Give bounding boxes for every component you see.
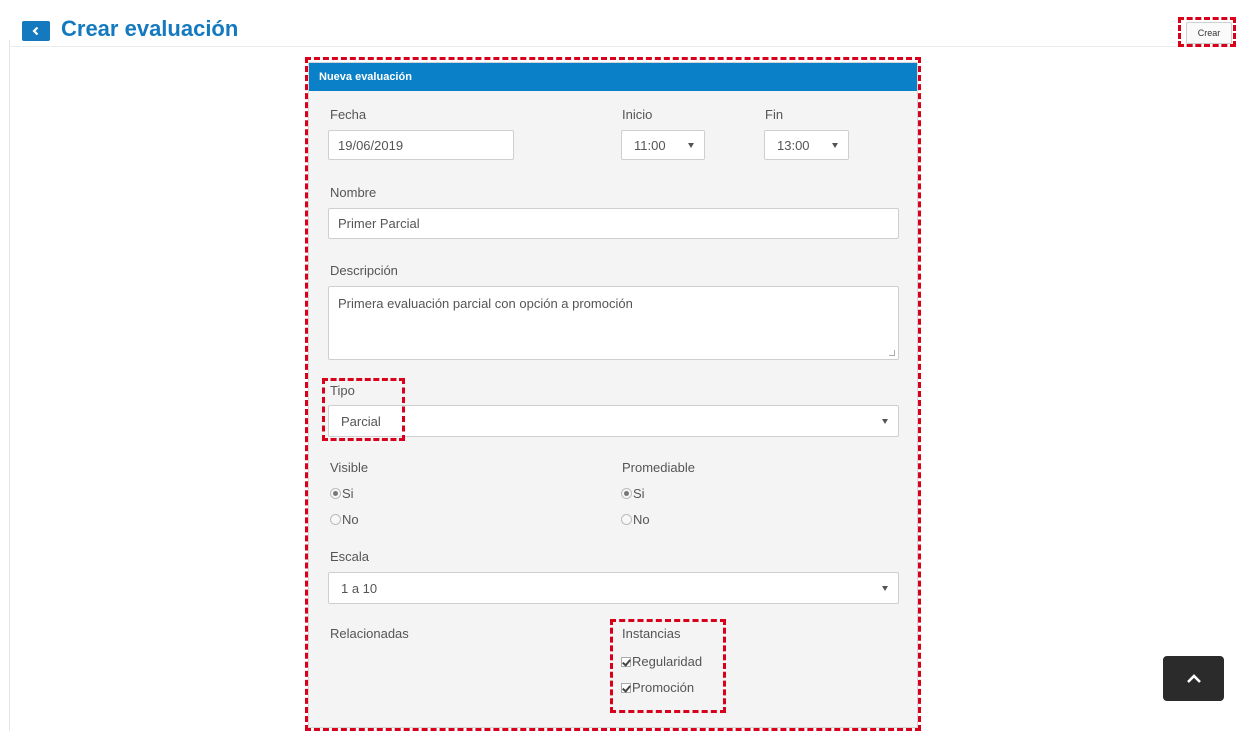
scroll-to-top-button[interactable]	[1163, 656, 1224, 701]
visible-si-label: Si	[342, 486, 354, 501]
regularidad-label: Regularidad	[632, 654, 703, 669]
radio-checked-icon	[330, 488, 341, 499]
nombre-input[interactable]: Primer Parcial	[328, 208, 899, 239]
promediable-si-label: Si	[633, 486, 645, 501]
promediable-label: Promediable	[622, 460, 695, 475]
back-button[interactable]	[22, 21, 50, 41]
chevron-up-icon	[1186, 673, 1201, 683]
chevron-left-icon	[32, 26, 39, 36]
fecha-input[interactable]: 19/06/2019	[328, 130, 514, 160]
checkbox-checked-icon	[621, 656, 631, 667]
descripcion-value: Primera evaluación parcial con opción a …	[338, 296, 633, 311]
checkbox-checked-icon	[621, 682, 631, 693]
radio-unchecked-icon	[330, 514, 341, 525]
caret-down-icon	[688, 142, 694, 148]
nombre-label: Nombre	[330, 185, 377, 200]
inicio-value: 11:00	[634, 137, 666, 153]
tipo-select[interactable]: Parcial	[328, 405, 899, 437]
tipo-value: Parcial	[341, 413, 381, 429]
resize-grip-icon[interactable]	[889, 350, 895, 356]
escala-select[interactable]: 1 a 10	[328, 572, 899, 604]
promediable-no-radio[interactable]: No	[621, 512, 650, 527]
fin-label: Fin	[765, 107, 784, 122]
left-border	[9, 40, 10, 731]
descripcion-textarea[interactable]: Primera evaluación parcial con opción a …	[328, 286, 899, 360]
promediable-si-radio[interactable]: Si	[621, 486, 645, 501]
tipo-label: Tipo	[330, 383, 355, 398]
relacionadas-label: Relacionadas	[330, 626, 409, 641]
inicio-label: Inicio	[622, 107, 653, 122]
radio-unchecked-icon	[621, 514, 632, 525]
descripcion-label: Descripción	[330, 263, 398, 278]
visible-label: Visible	[330, 460, 369, 475]
create-button[interactable]: Crear	[1186, 22, 1232, 44]
inicio-select[interactable]: 11:00	[621, 130, 705, 160]
promocion-label: Promoción	[632, 680, 695, 695]
fin-value: 13:00	[777, 137, 810, 153]
regularidad-checkbox[interactable]: Regularidad	[621, 654, 702, 669]
instancias-label: Instancias	[622, 626, 681, 641]
caret-down-icon	[882, 585, 888, 591]
fin-select[interactable]: 13:00	[764, 130, 849, 160]
visible-si-radio[interactable]: Si	[330, 486, 354, 501]
promocion-checkbox[interactable]: Promoción	[621, 680, 694, 695]
caret-down-icon	[882, 418, 888, 424]
page-title: Crear evaluación	[61, 16, 239, 41]
promediable-no-label: No	[633, 512, 650, 527]
panel-title: Nueva evaluación	[309, 63, 917, 91]
header-divider	[9, 46, 1236, 47]
caret-down-icon	[832, 142, 838, 148]
visible-no-label: No	[342, 512, 359, 527]
escala-value: 1 a 10	[341, 580, 378, 596]
radio-checked-icon	[621, 488, 632, 499]
fecha-label: Fecha	[330, 107, 367, 122]
visible-no-radio[interactable]: No	[330, 512, 359, 527]
escala-label: Escala	[330, 549, 370, 564]
